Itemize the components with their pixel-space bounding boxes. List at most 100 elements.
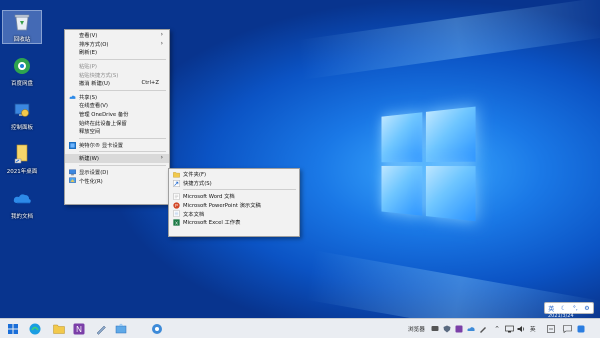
moon-icon[interactable]: ☾ [561, 305, 566, 312]
onenote-icon: N [73, 323, 85, 335]
chevron-right-icon: › [160, 31, 163, 38]
volume-icon [517, 326, 524, 332]
menu-item-share[interactable]: 共享(S) [65, 93, 169, 102]
menu-item-view-online[interactable]: 在线查看(V) [65, 101, 169, 110]
folder-icon [11, 143, 33, 165]
desktop-icon-baidu-disk[interactable]: 百度网盘 [3, 55, 41, 87]
menu-item-label: 排序方式(O) [79, 41, 109, 48]
taskbar-onenote[interactable]: N [72, 322, 86, 336]
tray-app-2[interactable] [442, 322, 452, 336]
recycle-bin-icon [11, 11, 33, 33]
ime-language-toggle[interactable]: 英 [548, 304, 554, 313]
tray-shield-icon [443, 325, 451, 333]
menu-item-label: 在线查看(V) [79, 103, 108, 110]
menu-item-label: 显示设置(D) [79, 170, 109, 177]
submenu-item-text-document[interactable]: 文本文档 [169, 209, 299, 218]
desktop-icon-control-panel[interactable]: 控制面板 [3, 99, 41, 131]
menu-item-free-up-space[interactable]: 释放空间 [65, 127, 169, 136]
tray-app-3[interactable] [454, 322, 464, 336]
tray-network[interactable] [504, 322, 514, 336]
new-submenu: 文件夹(F) 快捷方式(S) Microsoft Word 文档 P Micro… [168, 168, 300, 237]
menu-item-view[interactable]: 查看(V) › [65, 31, 169, 40]
onedrive-icon [11, 188, 33, 210]
display-settings-icon [69, 169, 76, 176]
tray-volume[interactable] [516, 322, 526, 336]
tray-app-1[interactable] [430, 322, 440, 336]
menu-item-label: 查看(V) [79, 33, 98, 40]
taskbar-pen-app[interactable] [94, 322, 108, 336]
submenu-item-shortcut[interactable]: 快捷方式(S) [169, 179, 299, 188]
menu-separator [183, 189, 296, 191]
windows-start-icon [8, 324, 18, 334]
menu-item-label: Microsoft PowerPoint 演示文稿 [183, 203, 261, 210]
tray-app-6[interactable] [576, 322, 586, 336]
submenu-item-excel[interactable]: X Microsoft Excel 工作表 [169, 218, 299, 227]
menu-item-shortcut: Ctrl+Z [141, 79, 160, 86]
desktop-icon-label: 2021年桌面 [6, 169, 38, 175]
tray-cloud-icon [467, 327, 475, 331]
menu-item-label: 管理 OneDrive 备份 [79, 112, 129, 119]
menu-item-label: 释放空间 [79, 129, 101, 136]
menu-item-undo-new[interactable]: 撤消 新建(U) Ctrl+Z [65, 79, 169, 88]
ime-icon [547, 325, 555, 333]
menu-item-always-keep-on-device[interactable]: 始终在此设备上保留 [65, 118, 169, 127]
svg-text:P: P [175, 203, 178, 208]
svg-text:N: N [76, 325, 82, 334]
submenu-item-powerpoint[interactable]: P Microsoft PowerPoint 演示文稿 [169, 201, 299, 210]
submenu-item-folder[interactable]: 文件夹(F) [169, 170, 299, 179]
desktop-icon-my-documents[interactable]: 我的文档 [3, 188, 41, 220]
submenu-item-word-document[interactable]: Microsoft Word 文档 [169, 192, 299, 201]
app-icon [152, 324, 162, 334]
desktop-icon-label: 百度网盘 [10, 81, 33, 87]
menu-item-refresh[interactable]: 刷新(E) [65, 48, 169, 57]
taskbar-file-explorer[interactable] [52, 322, 66, 336]
menu-separator [79, 151, 166, 153]
taskbar: N 浏览器 ⌃ 英 [0, 318, 600, 338]
desktop-context-menu: 查看(V) › 排序方式(O) › 刷新(E) 粘贴(P) 粘贴快捷方式(S) … [64, 29, 170, 205]
menu-separator [79, 58, 166, 60]
punctuation-icon[interactable]: °, [573, 305, 578, 312]
menu-separator [79, 164, 166, 166]
tray-app-4[interactable] [466, 322, 476, 336]
menu-separator [79, 89, 166, 91]
menu-item-label: Microsoft Excel 工作表 [183, 220, 241, 227]
menu-item-paste[interactable]: 粘贴(P) [65, 62, 169, 71]
chevron-up-icon: ⌃ [494, 325, 500, 333]
tray-app-5[interactable] [478, 322, 488, 336]
tray-browser-label[interactable]: 浏览器 [408, 325, 425, 333]
menu-item-label: 英特尔® 显卡设置 [79, 142, 124, 149]
tray-ime-indicator[interactable]: 英 [530, 325, 536, 333]
menu-item-new[interactable]: 新建(W) › [65, 154, 169, 163]
excel-icon: X [173, 219, 180, 226]
menu-item-sort-by[interactable]: 排序方式(O) › [65, 40, 169, 49]
taskbar-app-3[interactable] [150, 322, 164, 336]
chevron-right-icon: › [160, 39, 163, 47]
tray-onenote-icon [455, 325, 463, 333]
menu-item-personalize[interactable]: 个性化(R) [65, 176, 169, 185]
menu-item-paste-shortcut[interactable]: 粘贴快捷方式(S) [65, 70, 169, 79]
menu-item-label: 文本文档 [183, 211, 205, 218]
tray-chevron[interactable]: ⌃ [492, 322, 502, 336]
pen-icon [96, 325, 106, 335]
network-icon [504, 325, 514, 333]
menu-item-manage-onedrive-backup[interactable]: 管理 OneDrive 备份 [65, 110, 169, 119]
tray-ime-settings[interactable] [546, 322, 556, 336]
tray-pen-icon [480, 327, 486, 333]
menu-item-label: Microsoft Word 文档 [183, 194, 235, 201]
tray-chat-icon [431, 326, 439, 331]
menu-separator [79, 137, 166, 139]
settings-icon[interactable]: ⚙ [584, 305, 589, 312]
menu-item-label: 文件夹(F) [183, 172, 207, 179]
shortcut-icon [173, 179, 180, 187]
desktop-icon-2021-folder[interactable]: 2021年桌面 [3, 143, 41, 175]
powerpoint-icon: P [173, 202, 180, 209]
taskbar-edge[interactable] [28, 322, 42, 336]
desktop-icon-recycle-bin[interactable]: 回收站 [2, 10, 42, 44]
baidu-disk-icon [11, 55, 33, 77]
menu-item-display-settings[interactable]: 显示设置(D) [65, 168, 169, 177]
menu-item-label: 粘贴(P) [79, 64, 97, 71]
start-button[interactable] [6, 322, 20, 336]
tray-notifications[interactable] [562, 322, 572, 336]
taskbar-app-2[interactable] [114, 322, 128, 336]
menu-item-intel-graphics[interactable]: 英特尔® 显卡设置 [65, 141, 169, 150]
